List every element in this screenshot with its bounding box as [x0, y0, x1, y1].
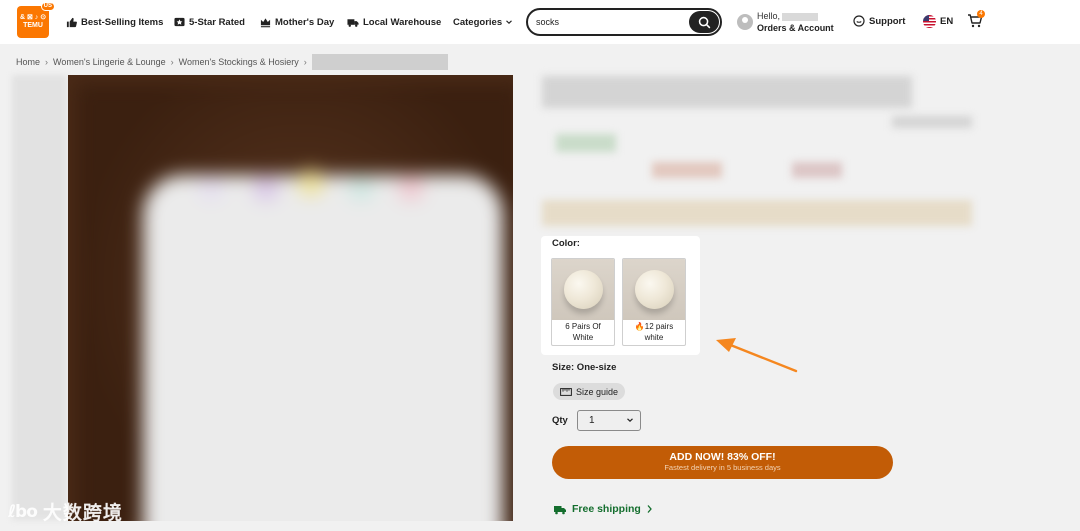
breadcrumb-lingerie[interactable]: Women's Lingerie & Lounge	[53, 57, 166, 67]
nav-five-star[interactable]: 5-Star Rated	[174, 15, 245, 29]
avatar	[737, 14, 753, 30]
quantity-select[interactable]: 1	[577, 410, 641, 431]
size-guide-button[interactable]: Size guide	[553, 383, 626, 400]
size-label: Size: One-size	[552, 362, 617, 373]
swatch-caption-line2: White	[572, 332, 594, 342]
breadcrumb-separator: ›	[303, 57, 307, 67]
orders-account-link: Orders & Account	[757, 23, 834, 33]
search-bar	[526, 8, 722, 36]
chat-bubble-icon	[853, 15, 865, 27]
crown-icon	[260, 17, 271, 27]
swatch-image	[552, 259, 614, 320]
breadcrumb-home[interactable]: Home	[16, 57, 40, 67]
watermark-text: 大数跨境	[42, 503, 123, 524]
language-label: EN	[940, 16, 954, 27]
swatch-caption-line1: 12 pairs	[644, 322, 674, 331]
nav-mothers-day-label: Mother's Day	[275, 16, 335, 28]
watermark-logo: ℓbo	[8, 501, 38, 522]
free-shipping-link[interactable]: Free shipping	[553, 503, 658, 515]
chevron-down-icon	[506, 20, 512, 24]
support-label: Support	[869, 15, 906, 27]
breadcrumb-stockings[interactable]: Women's Stockings & Hosiery	[179, 57, 299, 67]
gallery-thumbnails-blurred	[12, 75, 67, 520]
search-button[interactable]	[689, 11, 719, 33]
annotation-arrow-icon	[716, 338, 798, 373]
truck-icon	[554, 505, 566, 514]
fire-icon: 🔥	[634, 322, 645, 331]
ruler-icon	[560, 387, 572, 396]
thumbs-up-icon	[66, 17, 77, 27]
cta-sub-label: Fastest delivery in 5 business days	[664, 463, 781, 472]
quantity-value: 1	[589, 415, 595, 426]
logo-region-badge: US	[40, 2, 55, 11]
cart-count-badge: 4	[977, 10, 985, 18]
qty-label: Qty	[552, 415, 568, 426]
breadcrumb-redacted-product	[311, 54, 448, 70]
top-header: & ⊠ ♪ ⊙ TEMU US Best-Selling Items 5-Sta…	[0, 0, 1080, 44]
account-menu[interactable]: Hello, Orders & Account	[737, 10, 834, 34]
truck-icon	[347, 18, 359, 27]
star-badge-icon	[174, 17, 185, 26]
us-flag-icon	[923, 15, 936, 28]
nav-local-warehouse[interactable]: Local Warehouse	[347, 15, 441, 29]
nav-mothers-day[interactable]: Mother's Day	[260, 15, 334, 29]
color-option-12-pairs-white[interactable]: 🔥12 pairs white	[622, 258, 686, 346]
swatch-image	[623, 259, 685, 320]
add-to-cart-button[interactable]: ADD NOW! 83% OFF! Fastest delivery in 5 …	[552, 446, 893, 479]
nav-best-selling[interactable]: Best-Selling Items	[66, 15, 163, 29]
support-link[interactable]: Support	[853, 15, 905, 27]
search-icon	[698, 16, 710, 28]
chevron-down-icon	[627, 418, 633, 423]
cta-main-label: ADD NOW! 83% OFF!	[669, 451, 776, 463]
breadcrumb-separator: ›	[45, 57, 49, 67]
swatch-caption: 🔥12 pairs white	[623, 322, 685, 343]
color-option-6-pairs-white[interactable]: 6 Pairs Of White	[551, 258, 615, 346]
color-selector: Color: 6 Pairs Of White 🔥12 pairs white	[542, 237, 699, 354]
nav-categories-label: Categories	[453, 16, 503, 28]
nav-local-warehouse-label: Local Warehouse	[363, 16, 442, 28]
logo-text-bottom: TEMU	[23, 22, 43, 29]
swatch-caption-line2: white	[644, 332, 664, 342]
nav-categories[interactable]: Categories	[453, 15, 513, 29]
search-input[interactable]	[536, 15, 686, 29]
redacted-username	[782, 12, 819, 21]
temu-logo[interactable]: & ⊠ ♪ ⊙ TEMU US	[17, 2, 55, 38]
chevron-right-icon	[647, 505, 652, 513]
product-info-blurred	[542, 74, 982, 234]
breadcrumb: Home › Women's Lingerie & Lounge › Women…	[16, 54, 448, 70]
language-selector[interactable]: EN	[923, 15, 953, 28]
nav-best-selling-label: Best-Selling Items	[81, 16, 164, 28]
size-guide-label: Size guide	[576, 386, 619, 397]
product-main-image-blurred	[68, 75, 513, 521]
breadcrumb-separator: ›	[170, 57, 174, 67]
swatch-caption-line1: 6 Pairs Of	[565, 322, 601, 331]
watermark: ℓbo 大数跨境	[8, 498, 123, 525]
free-shipping-label: Free shipping	[572, 503, 641, 515]
nav-five-star-label: 5-Star Rated	[189, 16, 245, 28]
account-hello: Hello,	[757, 11, 781, 21]
color-label: Color:	[552, 238, 580, 249]
logo-text-top: & ⊠ ♪ ⊙	[19, 14, 47, 21]
swatch-caption: 6 Pairs Of White	[552, 322, 614, 343]
